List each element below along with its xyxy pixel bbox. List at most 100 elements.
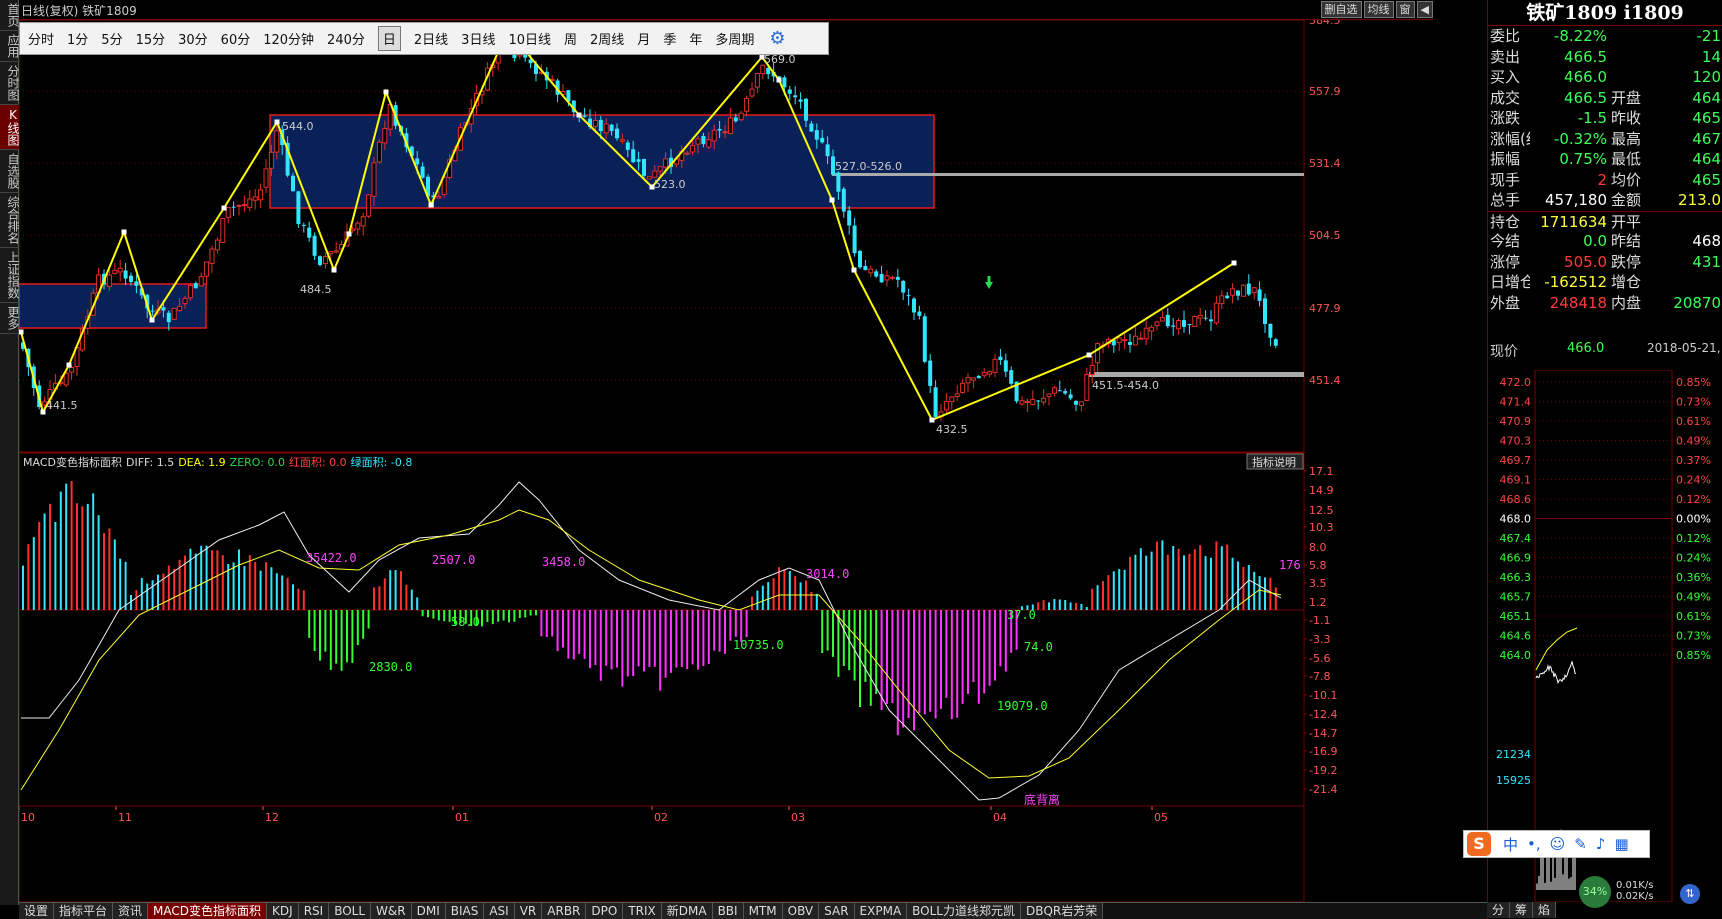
ime-mode[interactable]: 中 — [1503, 834, 1518, 855]
candle-body — [965, 377, 971, 384]
candle-body — [793, 95, 798, 98]
period-8[interactable]: 日 — [377, 26, 401, 51]
price-tick-label: 477.9 — [1309, 302, 1341, 315]
macd-tick-label: 10.3 — [1309, 521, 1334, 534]
indicator-tab-3[interactable]: MACD变色指标面积 — [148, 903, 268, 919]
indicator-tab-4[interactable]: KDJ — [267, 903, 299, 919]
mini-price-tick: 469.1 — [1500, 474, 1532, 487]
candle-body — [760, 64, 766, 75]
zigzag-node — [829, 197, 835, 203]
sidebar-item-6[interactable]: 上证指数 — [0, 248, 20, 303]
macd-area-label: 3014.0 — [806, 567, 849, 581]
indicator-tab-2[interactable]: 资讯 — [113, 903, 149, 919]
title-button-3[interactable]: ◀ — [1416, 1, 1433, 18]
period-0[interactable]: 分时 — [28, 29, 54, 48]
period-17[interactable]: 多周期 — [715, 29, 754, 48]
period-13[interactable]: 2周线 — [590, 29, 624, 48]
indicator-tab-20[interactable]: EXPMA — [854, 903, 908, 919]
indicator-tab-11[interactable]: VR — [514, 903, 543, 919]
emoji-icon[interactable]: ☺ — [1550, 835, 1566, 853]
settings-gear-icon[interactable]: ⚙ — [769, 28, 785, 49]
ime-toolbar[interactable]: S 中 •, ☺ ✎ ♪ ▦ — [1463, 830, 1650, 858]
indicator-tab-13[interactable]: DPO — [586, 903, 624, 919]
period-4[interactable]: 30分 — [178, 29, 208, 48]
mini-pct-tick: 0.36% — [1676, 571, 1711, 584]
indicator-tab-10[interactable]: ASI — [484, 903, 515, 919]
period-10[interactable]: 3日线 — [461, 29, 495, 48]
indicator-tab-22[interactable]: DBQR岩芳荣 — [1021, 903, 1104, 919]
mini-pct-tick: 0.24% — [1676, 552, 1711, 565]
sidebar-item-4[interactable]: 自选股 — [0, 150, 20, 193]
title-button-2[interactable]: 窗 — [1395, 1, 1415, 18]
macd-header-item: DIFF: 1.5 — [126, 456, 174, 469]
candle-body — [695, 138, 701, 145]
macd-tick-label: -3.3 — [1309, 633, 1330, 646]
quote-value: 1711634 — [1540, 212, 1607, 231]
indicator-tab-14[interactable]: TRIX — [623, 903, 662, 919]
right-tab-0[interactable]: 分 — [1487, 902, 1511, 918]
punctuation-icon[interactable]: •, — [1527, 835, 1541, 853]
title-buttons: 删自选 均线窗 ◀ — [1319, 1, 1433, 18]
right-tab-2[interactable]: 焰 — [1533, 902, 1557, 918]
indicator-tab-21[interactable]: BOLL力道线郑元凯 — [907, 903, 1021, 919]
candle-body — [1063, 391, 1068, 394]
quote-value-2 — [1651, 212, 1721, 232]
sidebar-item-5[interactable]: 综合排名 — [0, 193, 20, 248]
candle-body — [727, 117, 733, 134]
indicator-tab-6[interactable]: BOLL — [329, 903, 372, 919]
sidebar-item-3[interactable]: K线图 — [0, 105, 20, 150]
period-1[interactable]: 1分 — [67, 29, 88, 48]
mini-pct-tick: 0.85% — [1676, 376, 1711, 389]
indicator-tab-19[interactable]: SAR — [819, 903, 855, 919]
period-2[interactable]: 5分 — [101, 29, 122, 48]
period-12[interactable]: 周 — [564, 29, 577, 48]
indicator-tab-15[interactable]: 新DMA — [661, 903, 713, 919]
zigzag-node — [346, 231, 352, 237]
sidebar-item-2[interactable]: 分时图 — [0, 62, 20, 105]
right-tab-1[interactable]: 筹 — [1510, 902, 1534, 918]
indicator-tab-8[interactable]: DMI — [411, 903, 446, 919]
kline-chart[interactable]: 584.5 557.9 531.4 504.5 477.9 451.4 441.5 544.0… — [19, 20, 1487, 902]
quote-row: 涨幅(结) -0.32%最高 467 — [1488, 129, 1722, 150]
mini-pct-tick: 0.61% — [1676, 415, 1711, 428]
indicator-tab-16[interactable]: BBI — [712, 903, 744, 919]
mic-icon[interactable]: ♪ — [1596, 835, 1606, 853]
macd-tick-label: 12.5 — [1309, 504, 1334, 517]
indicator-tab-18[interactable]: OBV — [782, 903, 820, 919]
period-5[interactable]: 60分 — [221, 29, 251, 48]
indicator-tab-9[interactable]: BIAS — [445, 903, 485, 919]
candle-body — [1041, 397, 1047, 403]
period-15[interactable]: 季 — [663, 29, 676, 48]
macd-tick-label: -1.1 — [1309, 614, 1330, 627]
candle-body — [1149, 326, 1155, 332]
period-9[interactable]: 2日线 — [414, 29, 448, 48]
zigzag-node — [274, 119, 280, 125]
quote-value: 505.0 — [1564, 252, 1607, 271]
sidebar-item-1[interactable]: 应用 — [0, 31, 20, 62]
indicator-tab-17[interactable]: MTM — [743, 903, 783, 919]
indicator-tab-12[interactable]: ARBR — [542, 903, 587, 919]
period-7[interactable]: 240分 — [327, 29, 365, 48]
period-3[interactable]: 15分 — [136, 29, 166, 48]
network-icon[interactable]: ⇅ — [1680, 884, 1700, 904]
sidebar-item-0[interactable]: 首页 — [0, 0, 20, 31]
title-button-0[interactable]: 删自选 — [1320, 1, 1362, 18]
indicator-help-button[interactable]: 指标说明 — [1246, 453, 1304, 470]
period-16[interactable]: 年 — [689, 29, 702, 48]
candle-body — [943, 400, 949, 411]
indicator-tab-1[interactable]: 指标平台 — [54, 903, 114, 919]
period-6[interactable]: 120分钟 — [263, 29, 314, 48]
candle-body — [901, 280, 906, 293]
pen-icon[interactable]: ✎ — [1574, 835, 1587, 853]
price-tick-label: 531.4 — [1309, 157, 1341, 170]
sidebar-item-7[interactable]: 更多 — [0, 303, 20, 334]
indicator-tab-5[interactable]: RSI — [298, 903, 330, 919]
title-button-1[interactable]: 均线 — [1363, 1, 1394, 18]
period-11[interactable]: 10日线 — [508, 29, 551, 48]
quote-label-2 — [1609, 67, 1651, 88]
sogou-logo-icon[interactable]: S — [1467, 832, 1491, 856]
grid-icon[interactable]: ▦ — [1614, 835, 1628, 853]
indicator-tab-0[interactable]: 设置 — [19, 903, 55, 919]
indicator-tab-7[interactable]: W&R — [371, 903, 412, 919]
period-14[interactable]: 月 — [637, 29, 650, 48]
